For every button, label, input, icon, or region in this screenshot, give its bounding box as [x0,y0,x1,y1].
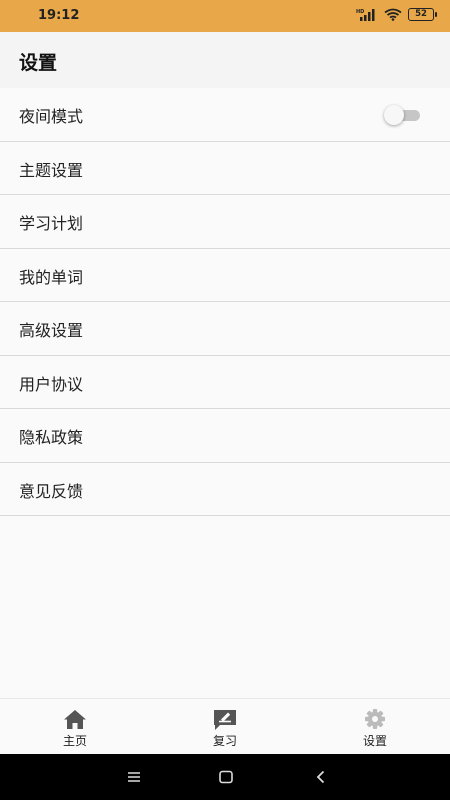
nav-label: 主页 [62,734,87,748]
nav-label: 复习 [212,734,237,748]
back-icon[interactable] [311,767,331,787]
settings-item-night-mode[interactable]: 夜间模式 [0,88,450,142]
nav-label: 设置 [362,734,387,748]
tab-settings[interactable]: 设置 [300,699,450,754]
page-title: 设置 [19,52,58,74]
settings-item-label: 主题设置 [19,160,84,180]
settings-item-privacy-policy[interactable]: 隐私政策 [0,409,450,463]
settings-item-label: 用户协议 [19,374,84,394]
status-bar: 19:12 HD 52 [0,0,450,32]
system-nav-bar [0,754,450,800]
settings-item-feedback[interactable]: 意见反馈 [0,462,450,516]
menu-icon[interactable] [124,767,144,787]
settings-item-advanced[interactable]: 高级设置 [0,302,450,356]
settings-item-label: 学习计划 [19,214,84,233]
settings-list: 夜间模式 主题设置 学习计划 我的单词 高级设置 用户协议 隐私政策 意见反馈 [0,88,450,516]
app-header: 设置 [0,32,450,88]
wifi-icon [384,8,402,21]
settings-item-theme[interactable]: 主题设置 [0,141,450,195]
night-mode-toggle[interactable] [384,105,420,125]
svg-text:HD: HD [356,9,364,15]
settings-item-label: 高级设置 [19,321,84,340]
home-icon [64,710,86,729]
gear-icon [365,709,385,729]
tab-review[interactable]: 复习 [150,699,300,754]
toggle-thumb [384,105,404,125]
battery-icon: 52 [408,8,437,21]
settings-item-label: 夜间模式 [19,107,84,126]
settings-item-label: 隐私政策 [19,428,84,447]
review-icon [214,710,236,730]
settings-item-study-plan[interactable]: 学习计划 [0,195,450,249]
settings-item-my-words[interactable]: 我的单词 [0,248,450,302]
status-icons: HD 52 [356,8,437,21]
bottom-nav: 主页 复习 设置 [0,698,450,754]
settings-item-user-agreement[interactable]: 用户协议 [0,355,450,409]
settings-item-label: 我的单词 [19,267,84,287]
settings-item-label: 意见反馈 [19,481,84,501]
hd-signal-icon: HD [356,9,375,21]
tab-home[interactable]: 主页 [0,699,150,754]
home-square-icon[interactable] [216,767,236,787]
status-time: 19:12 [38,8,80,23]
